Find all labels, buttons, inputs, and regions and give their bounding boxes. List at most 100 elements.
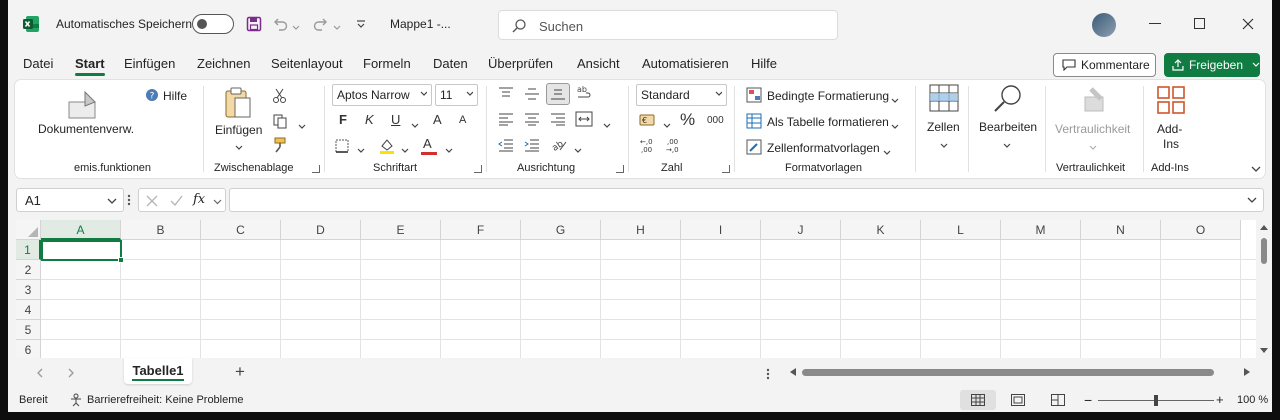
align-right-icon[interactable]	[550, 112, 566, 129]
fill-handle[interactable]	[118, 257, 124, 263]
orientation-dropdown-icon[interactable]	[574, 143, 582, 157]
font-name-select[interactable]: Aptos Narrow	[332, 84, 432, 106]
name-box[interactable]: A1	[16, 188, 124, 212]
scroll-left-icon[interactable]	[790, 368, 796, 376]
share-button[interactable]: Freigeben	[1164, 53, 1260, 77]
horizontal-scrollbar[interactable]	[788, 364, 1252, 380]
paste-button[interactable]: Einfügen	[215, 123, 262, 137]
scroll-down-icon[interactable]	[1260, 348, 1268, 354]
chevron-down-icon[interactable]	[1252, 62, 1260, 68]
tab-ansicht[interactable]: Ansicht	[577, 56, 620, 71]
align-center-icon[interactable]	[524, 112, 540, 129]
cell-styles-button[interactable]: Zellenformatvorlagen	[767, 141, 880, 155]
expand-formula-icon[interactable]	[1247, 197, 1257, 204]
customize-qat-icon[interactable]	[356, 18, 366, 32]
chevron-down-icon[interactable]	[107, 198, 117, 205]
column-header-o[interactable]: O	[1161, 220, 1241, 240]
underline-button[interactable]: U	[391, 112, 400, 127]
chevron-right-icon[interactable]	[68, 368, 75, 378]
accessibility-status[interactable]: Barrierefreiheit: Keine Probleme	[87, 394, 244, 406]
increase-decimal-icon[interactable]: ←,0,00	[639, 137, 657, 156]
merge-center-icon[interactable]	[575, 111, 593, 130]
editing-dropdown-icon[interactable]	[1003, 138, 1011, 152]
paste-dropdown-icon[interactable]	[235, 140, 243, 154]
italic-button[interactable]: K	[365, 112, 374, 127]
comma-style-button[interactable]: 000	[707, 115, 724, 126]
orientation-icon[interactable]: ab	[550, 136, 568, 155]
column-header-a[interactable]: A	[41, 220, 121, 240]
row-header-2[interactable]: 2	[16, 260, 41, 280]
sheet-tab-active[interactable]: Tabelle1	[124, 358, 192, 384]
row-header-3[interactable]: 3	[16, 280, 41, 300]
chevron-down-icon[interactable]	[891, 119, 899, 133]
column-header-l[interactable]: L	[921, 220, 1001, 240]
column-header-n[interactable]: N	[1081, 220, 1161, 240]
column-header-c[interactable]: C	[201, 220, 281, 240]
add-sheet-button[interactable]: +	[235, 362, 245, 382]
font-color-dropdown-icon[interactable]	[445, 143, 453, 157]
row-header-6[interactable]: 6	[16, 340, 41, 358]
align-bottom-button[interactable]	[546, 83, 570, 105]
close-icon[interactable]	[1236, 12, 1260, 36]
tab-einfuegen[interactable]: Einfügen	[124, 56, 175, 71]
borders-icon[interactable]	[335, 139, 349, 156]
horizontal-scroll-thumb[interactable]	[802, 369, 1214, 376]
normal-view-button[interactable]	[960, 390, 996, 410]
chevron-down-icon[interactable]	[883, 145, 891, 159]
insert-function-button[interactable]: fx	[193, 192, 205, 207]
decrease-indent-icon[interactable]	[498, 138, 514, 155]
number-format-select[interactable]: Standard	[636, 84, 727, 106]
clipboard-launcher-icon[interactable]	[312, 165, 320, 173]
copy-icon[interactable]	[272, 113, 288, 132]
format-as-table-button[interactable]: Als Tabelle formatieren	[767, 115, 889, 129]
page-layout-view-button[interactable]	[1000, 390, 1036, 410]
wrap-text-icon[interactable]: ab	[576, 84, 594, 105]
merge-dropdown-icon[interactable]	[603, 118, 611, 132]
fill-color-icon[interactable]	[379, 137, 395, 158]
sensitivity-button[interactable]: Vertraulichkeit	[1055, 122, 1130, 136]
document-title[interactable]: Mappe1 -...	[390, 17, 451, 31]
column-header-m[interactable]: M	[1001, 220, 1081, 240]
scroll-right-icon[interactable]	[1244, 368, 1250, 376]
column-header-f[interactable]: F	[441, 220, 521, 240]
column-header-b[interactable]: B	[121, 220, 201, 240]
select-all-corner[interactable]	[16, 220, 41, 240]
accounting-format-icon[interactable]: €	[639, 113, 657, 130]
alignment-launcher-icon[interactable]	[616, 165, 624, 173]
redo-dropdown-icon[interactable]	[333, 20, 341, 34]
help-button[interactable]: Hilfe	[163, 89, 187, 103]
tab-automatisieren[interactable]: Automatisieren	[642, 56, 729, 71]
shrink-font-button[interactable]: A	[459, 114, 466, 126]
bold-button[interactable]: F	[339, 112, 347, 127]
format-painter-icon[interactable]	[272, 137, 288, 156]
formula-input[interactable]	[229, 188, 1264, 212]
active-cell[interactable]	[41, 240, 124, 263]
zoom-in-icon[interactable]: +	[1216, 392, 1224, 407]
decrease-decimal-icon[interactable]: ,00 →,0	[665, 137, 683, 156]
conditional-formatting-button[interactable]: Bedingte Formatierung	[767, 89, 889, 103]
more-options-icon[interactable]	[766, 368, 770, 383]
column-header-j[interactable]: J	[761, 220, 841, 240]
more-options-icon[interactable]	[127, 194, 131, 209]
zoom-out-icon[interactable]: −	[1084, 392, 1092, 408]
undo-dropdown-icon[interactable]	[292, 20, 300, 34]
ribbon-collapse-icon[interactable]	[1251, 162, 1261, 176]
grow-font-button[interactable]: A	[433, 112, 442, 127]
align-left-icon[interactable]	[498, 112, 514, 129]
font-size-select[interactable]: 11	[435, 84, 478, 106]
chevron-left-icon[interactable]	[36, 368, 43, 378]
autosave-toggle[interactable]	[192, 14, 234, 34]
column-header-d[interactable]: D	[281, 220, 361, 240]
accounting-dropdown-icon[interactable]	[663, 118, 671, 132]
tab-start[interactable]: Start	[75, 56, 105, 76]
chevron-down-icon[interactable]	[213, 199, 222, 205]
number-launcher-icon[interactable]	[722, 165, 730, 173]
borders-dropdown-icon[interactable]	[357, 143, 365, 157]
font-color-button[interactable]: A	[423, 136, 432, 151]
tab-formeln[interactable]: Formeln	[363, 56, 411, 71]
tab-seitenlayout[interactable]: Seitenlayout	[271, 56, 343, 71]
column-header-e[interactable]: E	[361, 220, 441, 240]
addins-button-line2[interactable]: Ins	[1163, 137, 1179, 151]
tab-hilfe[interactable]: Hilfe	[751, 56, 777, 71]
search-box[interactable]: Suchen	[498, 10, 838, 40]
